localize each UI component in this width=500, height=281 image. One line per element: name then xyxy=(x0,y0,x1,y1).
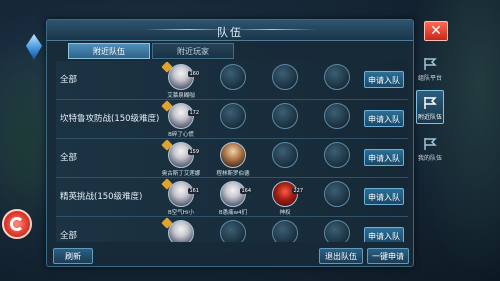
team-row: 全部 159 奥古斯丁艾莲娜 程林斯罗伯德 申请入队 xyxy=(56,139,408,178)
quick-apply-button[interactable]: 一键申请 xyxy=(367,248,409,264)
member-level: 164 xyxy=(240,188,252,194)
team-row: 全部 申请入队 xyxy=(56,217,408,242)
member-level: 159 xyxy=(188,149,200,155)
empty-slot xyxy=(272,103,298,129)
empty-slot xyxy=(324,64,350,90)
member-avatar[interactable]: 159 xyxy=(161,139,200,168)
team-target: 坎特鲁攻防战(150级难度) xyxy=(60,114,160,124)
apply-button[interactable]: 申请入队 xyxy=(364,227,404,242)
member-name: 神权 xyxy=(279,210,291,216)
member-avatar[interactable]: 164 xyxy=(220,181,252,207)
team-target: 精英挑战(150级难度) xyxy=(60,192,143,202)
left-action-button[interactable] xyxy=(2,209,32,239)
side-item-label: 我的队伍 xyxy=(417,155,442,162)
member-name: 奥古斯丁艾莲娜 xyxy=(161,171,201,177)
side-item-team-platform[interactable]: 组队平台 xyxy=(416,50,444,84)
close-button[interactable]: ✕ xyxy=(424,21,448,41)
empty-slot xyxy=(272,220,298,242)
member-avatar[interactable]: 161 xyxy=(161,178,200,207)
leader-icon xyxy=(161,217,173,229)
member-avatar[interactable] xyxy=(161,217,194,242)
empty-slot xyxy=(220,64,246,90)
team-target: 全部 xyxy=(60,75,78,85)
tab-nearby-players[interactable]: 附近玩家 xyxy=(152,43,234,59)
team-row: 精英挑战(150级难度) 161 B空气Hi小 164 B愚痛w4们 227 神… xyxy=(56,178,408,217)
apply-button[interactable]: 申请入队 xyxy=(364,188,404,205)
team-target: 全部 xyxy=(60,231,78,241)
leader-icon xyxy=(161,100,173,112)
tab-bar: 附近队伍 附近玩家 xyxy=(68,43,234,59)
flag-icon xyxy=(424,97,437,109)
member-avatar[interactable]: 172 xyxy=(161,100,200,129)
member-level: 161 xyxy=(188,188,200,194)
tab-nearby-teams[interactable]: 附近队伍 xyxy=(68,43,150,59)
member-name: 程林斯罗伯德 xyxy=(216,171,250,177)
logo-icon xyxy=(10,217,24,231)
team-row: 全部 160 艾慕泉糊咖 申请入队 xyxy=(56,61,408,100)
apply-button[interactable]: 申请入队 xyxy=(364,149,404,166)
member-avatar[interactable] xyxy=(220,142,246,168)
team-list: 全部 160 艾慕泉糊咖 申请入队 坎特鲁攻防战(150级难度) 172 B碎了… xyxy=(56,61,408,242)
side-item-label: 附近队伍 xyxy=(417,114,442,121)
side-item-nearby-teams[interactable]: 附近队伍 xyxy=(416,90,444,124)
panel-title: 队伍 xyxy=(217,26,243,39)
empty-slot xyxy=(324,103,350,129)
side-menu: 组队平台 附近队伍 我的队伍 xyxy=(416,50,444,170)
side-item-label: 组队平台 xyxy=(417,75,442,82)
member-name: B空气Hi小 xyxy=(168,210,194,216)
apply-button[interactable]: 申请入队 xyxy=(364,110,404,127)
leave-team-button[interactable]: 退出队伍 xyxy=(319,248,363,264)
empty-slot xyxy=(324,220,350,242)
leader-icon xyxy=(161,178,173,190)
empty-slot xyxy=(220,220,246,242)
empty-slot xyxy=(272,64,298,90)
refresh-button[interactable]: 刷新 xyxy=(53,248,93,264)
team-panel: 队伍 附近队伍 附近玩家 全部 160 艾慕泉糊咖 申请入队 坎特鲁攻防战(15… xyxy=(46,19,414,267)
flag-icon xyxy=(424,138,437,150)
leader-icon xyxy=(161,61,173,73)
crystal-icon xyxy=(26,34,42,60)
empty-slot xyxy=(272,142,298,168)
apply-button[interactable]: 申请入队 xyxy=(364,71,404,88)
empty-slot xyxy=(324,142,350,168)
member-level: 172 xyxy=(188,110,200,116)
member-level: 160 xyxy=(188,71,200,77)
team-row: 坎特鲁攻防战(150级难度) 172 B碎了心慌 申请入队 xyxy=(56,100,408,139)
flag-icon xyxy=(424,58,437,70)
title-ornament-right xyxy=(227,29,317,30)
member-avatar[interactable]: 160 xyxy=(161,61,200,90)
member-name: 艾慕泉糊咖 xyxy=(167,93,195,99)
title-bar: 队伍 xyxy=(47,20,413,41)
empty-slot xyxy=(220,103,246,129)
member-level: 227 xyxy=(292,188,304,194)
team-target: 全部 xyxy=(60,153,78,163)
leader-icon xyxy=(161,139,173,151)
side-item-my-team[interactable]: 我的队伍 xyxy=(416,130,444,164)
empty-slot xyxy=(324,181,350,207)
member-name: B碎了心慌 xyxy=(168,132,194,138)
member-name: B愚痛w4们 xyxy=(218,210,248,216)
member-avatar[interactable]: 227 xyxy=(272,181,304,207)
